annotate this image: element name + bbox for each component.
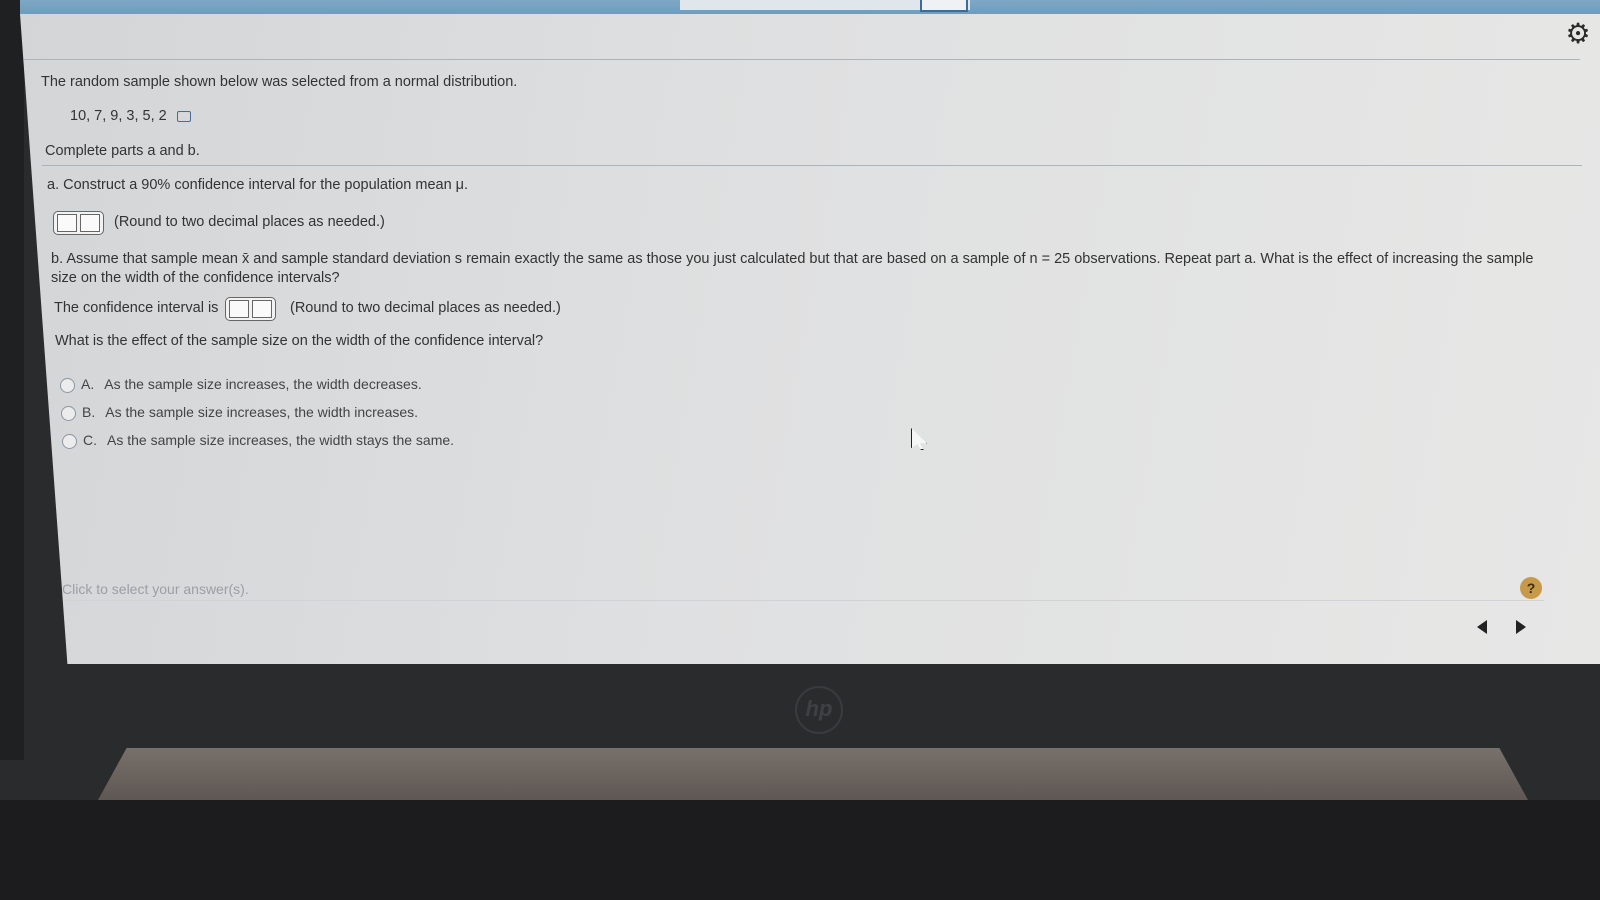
part-b-prompt-line1: b. Assume that sample mean x̄ and sample… [51,251,1534,267]
part-b-upper-bound-field[interactable] [252,300,272,318]
part-a-upper-bound-field[interactable] [80,214,100,232]
interval-label: The confidence interval is [54,300,219,316]
option-c[interactable]: C. As the sample size increases, the widt… [62,432,454,449]
gear-icon[interactable]: ⚙ [1564,20,1592,48]
monitor-bezel-left [0,0,24,760]
chevron-right-icon[interactable] [1516,620,1526,634]
help-icon[interactable]: ? [1520,577,1542,599]
part-b-interval-input[interactable] [225,297,276,321]
option-c-letter: C. [83,432,97,448]
radio-button-c[interactable] [62,433,77,449]
part-b-lower-bound-field[interactable] [229,300,249,318]
part-a-round-note: (Round to two decimal places as needed.) [114,214,385,230]
hp-logo: hp [795,686,843,734]
option-a-text: As the sample size increases, the width … [104,376,422,392]
option-b[interactable]: B. As the sample size increases, the widt… [61,404,418,421]
option-a[interactable]: A. As the sample size increases, the widt… [60,376,422,393]
browser-top-bar [20,0,1600,14]
laptop-hinge [98,748,1528,800]
chevron-left-icon[interactable] [1477,620,1487,634]
radio-button-b[interactable] [61,405,76,421]
part-a-prompt: a. Construct a 90% confidence interval f… [47,177,469,193]
part-a-lower-bound-field[interactable] [57,214,77,232]
part-a-interval-input[interactable] [53,211,104,235]
copy-data-icon[interactable] [176,110,191,122]
option-b-letter: B. [82,404,96,420]
option-c-text: As the sample size increases, the width … [107,432,455,448]
radio-button-a[interactable] [60,377,75,393]
sample-data: 10, 7, 9, 3, 5, 2 [70,108,191,124]
click-to-select-note: Click to select your answer(s). [62,581,249,597]
option-a-letter: A. [81,376,95,392]
sample-values: 10, 7, 9, 3, 5, 2 [70,108,167,124]
tab-strip [680,0,970,12]
question-intro: The random sample shown below was select… [41,74,518,90]
footer-divider [64,600,1544,601]
instructions: Complete parts a and b. [45,143,200,159]
laptop-base [0,800,1600,900]
option-b-text: As the sample size increases, the width … [105,404,419,420]
part-b-round-note: (Round to two decimal places as needed.) [290,300,561,316]
part-b-prompt-line2: size on the width of the confidence inte… [51,270,340,286]
question-screen: ⚙ The random sample shown below was sele… [20,14,1600,664]
instructions-divider [42,165,1582,166]
mouse-cursor-icon [911,428,927,450]
tab-active[interactable] [920,0,968,12]
part-b-prompt: b. Assume that sample mean x̄ and sample… [51,250,1561,288]
header-divider [20,59,1580,60]
effect-question: What is the effect of the sample size on… [55,333,544,349]
